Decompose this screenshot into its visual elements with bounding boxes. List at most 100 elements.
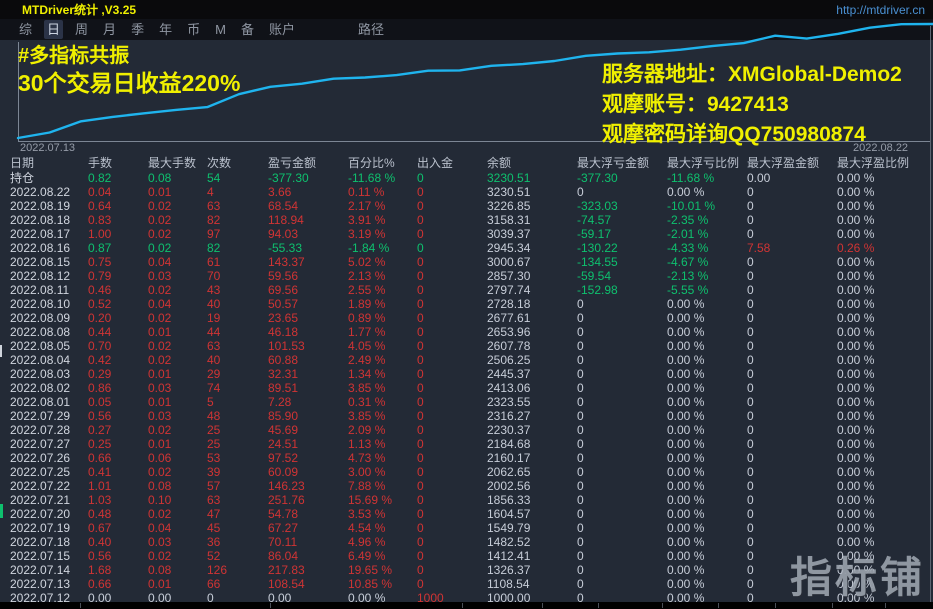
- table-row[interactable]: 2022.07.150.560.025286.046.49 %01412.410…: [0, 549, 933, 563]
- menu-item-11[interactable]: 路径: [355, 20, 387, 39]
- row-value-cell: 101.53: [268, 339, 348, 353]
- column-header: 最大浮盈金额: [747, 155, 837, 171]
- row-value-cell: 0.70: [88, 339, 148, 353]
- table-row[interactable]: 2022.07.180.400.033670.114.96 %01482.520…: [0, 535, 933, 549]
- row-value-cell: 0.00 %: [837, 465, 923, 479]
- table-row[interactable]: 2022.08.080.440.014446.181.77 %02653.960…: [0, 325, 933, 339]
- row-value-cell: 70.11: [268, 535, 348, 549]
- row-value-cell: 0: [747, 199, 837, 213]
- menu-item-6[interactable]: 年: [156, 20, 175, 39]
- chart-annotation-right: 服务器地址：XMGlobal-Demo2 观摩账号：9427413 观摩密码详询…: [602, 60, 902, 150]
- table-row[interactable]: 2022.08.150.750.0461143.375.02 %03000.67…: [0, 255, 933, 269]
- menu-item-8[interactable]: M: [212, 20, 229, 39]
- menu-item-2[interactable]: 日: [44, 20, 63, 39]
- table-row[interactable]: 2022.08.190.640.026368.542.17 %03226.85-…: [0, 199, 933, 213]
- row-value-cell: 0: [417, 283, 487, 297]
- row-value-cell: 0.11 %: [348, 185, 417, 199]
- row-value-cell: 0.48: [88, 507, 148, 521]
- row-value-cell: 2062.65: [487, 465, 577, 479]
- row-value-cell: 36: [207, 535, 268, 549]
- row-value-cell: 47: [207, 507, 268, 521]
- row-value-cell: 0.00 %: [837, 437, 923, 451]
- menu-item-9[interactable]: 备: [238, 20, 257, 39]
- table-row[interactable]: 2022.07.141.680.08126217.8319.65 %01326.…: [0, 563, 933, 577]
- row-value-cell: 0.64: [88, 199, 148, 213]
- row-value-cell: 43: [207, 283, 268, 297]
- menu-item-7[interactable]: 币: [184, 20, 203, 39]
- row-value-cell: 0.31 %: [348, 395, 417, 409]
- menu-item-3[interactable]: 周: [72, 20, 91, 39]
- table-row[interactable]: 2022.08.010.050.0157.280.31 %02323.5500.…: [0, 395, 933, 409]
- row-value-cell: -152.98: [577, 283, 667, 297]
- row-value-cell: 0: [747, 227, 837, 241]
- row-value-cell: 0: [577, 507, 667, 521]
- table-row[interactable]: 2022.08.160.870.0282-55.33-1.84 %02945.3…: [0, 241, 933, 255]
- row-value-cell: 0.25: [88, 437, 148, 451]
- row-value-cell: 0: [577, 185, 667, 199]
- table-row[interactable]: 2022.07.250.410.023960.093.00 %02062.650…: [0, 465, 933, 479]
- table-row[interactable]: 2022.07.270.250.012524.511.13 %02184.680…: [0, 437, 933, 451]
- row-value-cell: 59.56: [268, 269, 348, 283]
- table-row[interactable]: 2022.08.050.700.0263101.534.05 %02607.78…: [0, 339, 933, 353]
- row-value-cell: 15.69 %: [348, 493, 417, 507]
- row-value-cell: 4.96 %: [348, 535, 417, 549]
- table-row[interactable]: 2022.08.110.460.024369.562.55 %02797.74-…: [0, 283, 933, 297]
- row-value-cell: 0: [577, 381, 667, 395]
- row-value-cell: 0.52: [88, 297, 148, 311]
- row-value-cell: 0: [417, 549, 487, 563]
- row-value-cell: 3.53 %: [348, 507, 417, 521]
- table-row[interactable]: 2022.08.020.860.037489.513.85 %02413.060…: [0, 381, 933, 395]
- row-value-cell: 0: [417, 493, 487, 507]
- row-value-cell: 0.02: [148, 549, 207, 563]
- table-row[interactable]: 2022.08.090.200.021923.650.89 %02677.610…: [0, 311, 933, 325]
- chart-annotation-left: #多指标共振 30个交易日收益220%: [18, 44, 240, 98]
- row-value-cell: 0.00 %: [837, 451, 923, 465]
- table-row[interactable]: 2022.07.280.270.022545.692.09 %02230.370…: [0, 423, 933, 437]
- table-row[interactable]: 2022.07.130.660.0166108.5410.85 %01108.5…: [0, 577, 933, 591]
- table-row[interactable]: 2022.08.030.290.012932.311.34 %02445.370…: [0, 367, 933, 381]
- column-header: 百分比%: [348, 155, 417, 171]
- row-value-cell: -55.33: [268, 241, 348, 255]
- row-value-cell: 2160.17: [487, 451, 577, 465]
- row-value-cell: 0.00 %: [667, 297, 747, 311]
- row-value-cell: 0: [577, 339, 667, 353]
- table-row[interactable]: 2022.07.200.480.024754.783.53 %01604.570…: [0, 507, 933, 521]
- row-value-cell: 0.04: [148, 255, 207, 269]
- table-row[interactable]: 2022.08.040.420.024060.882.49 %02506.250…: [0, 353, 933, 367]
- row-value-cell: 1.03: [88, 493, 148, 507]
- row-value-cell: -130.22: [577, 241, 667, 255]
- row-value-cell: 63: [207, 493, 268, 507]
- row-value-cell: 2002.56: [487, 479, 577, 493]
- grid-divider: [598, 603, 599, 608]
- row-value-cell: 0: [417, 563, 487, 577]
- app-url-link[interactable]: http://mtdriver.cn: [836, 3, 925, 17]
- table-row[interactable]: 持仓0.820.0854-377.30-11.68 %03230.51-377.…: [0, 171, 933, 185]
- menu-item-1[interactable]: 综: [16, 20, 35, 39]
- menu-item-5[interactable]: 季: [128, 20, 147, 39]
- row-value-cell: 82: [207, 241, 268, 255]
- row-value-cell: -4.33 %: [667, 241, 747, 255]
- table-row[interactable]: 2022.08.220.040.0143.660.11 %03230.5100.…: [0, 185, 933, 199]
- row-value-cell: 0.00 %: [667, 311, 747, 325]
- menu-item-10[interactable]: 账户: [266, 20, 298, 39]
- left-edge-tick-white: [0, 345, 2, 357]
- grid-divider: [542, 603, 543, 608]
- row-value-cell: 0.00 %: [837, 255, 923, 269]
- row-value-cell: 0.00 %: [667, 577, 747, 591]
- table-row[interactable]: 2022.07.211.030.1063251.7615.69 %01856.3…: [0, 493, 933, 507]
- table-row[interactable]: 2022.07.260.660.065397.524.73 %02160.170…: [0, 451, 933, 465]
- row-date-cell: 2022.07.29: [10, 409, 88, 423]
- row-value-cell: 0.00 %: [667, 437, 747, 451]
- table-row[interactable]: 2022.08.171.000.029794.033.19 %03039.37-…: [0, 227, 933, 241]
- table-row[interactable]: 2022.07.190.670.044567.274.54 %01549.790…: [0, 521, 933, 535]
- row-date-cell: 2022.08.08: [10, 325, 88, 339]
- grid-divider: [270, 603, 271, 608]
- table-row[interactable]: 2022.07.221.010.0857146.237.88 %02002.56…: [0, 479, 933, 493]
- row-value-cell: 0: [417, 437, 487, 451]
- table-row[interactable]: 2022.07.290.560.034885.903.85 %02316.270…: [0, 409, 933, 423]
- table-row[interactable]: 2022.08.180.830.0282118.943.91 %03158.31…: [0, 213, 933, 227]
- table-row[interactable]: 2022.08.100.520.044050.571.89 %02728.180…: [0, 297, 933, 311]
- menu-item-4[interactable]: 月: [100, 20, 119, 39]
- table-row[interactable]: 2022.08.120.790.037059.562.13 %02857.30-…: [0, 269, 933, 283]
- row-value-cell: 0.29: [88, 367, 148, 381]
